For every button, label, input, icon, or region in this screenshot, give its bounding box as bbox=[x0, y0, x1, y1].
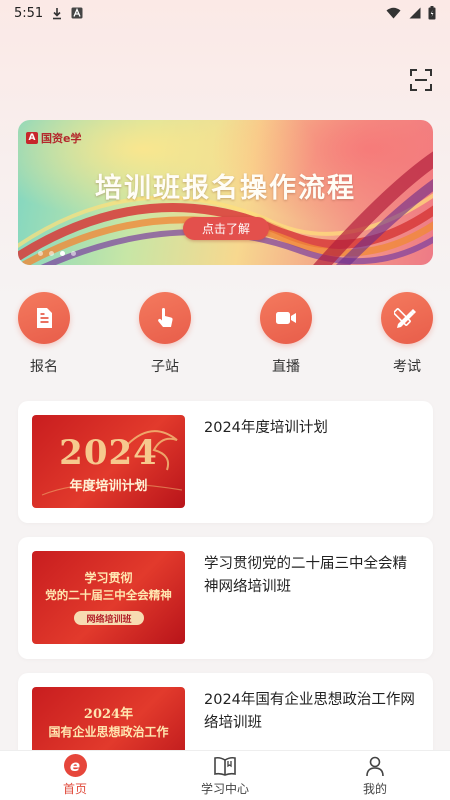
thumb-line: 学习贯彻 bbox=[84, 571, 133, 585]
logo-mark-icon: A bbox=[26, 132, 38, 144]
banner-dot[interactable] bbox=[38, 251, 43, 256]
course-card[interactable]: 2024 年度培训计划 2024年度培训计划 bbox=[18, 401, 433, 523]
quick-action-label: 直播 bbox=[272, 359, 300, 375]
thumb-line: 党的二十届三中全会精神 bbox=[45, 588, 172, 602]
banner-logo-text: 国资e学 bbox=[41, 132, 82, 145]
banner-dot[interactable] bbox=[49, 251, 54, 256]
bottom-tab-bar: e 首页 学习中心 我的 bbox=[0, 750, 450, 800]
course-title: 2024年度培训计划 bbox=[204, 420, 328, 436]
tab-label: 学习中心 bbox=[200, 781, 249, 796]
quick-action-substation[interactable]: 子站 bbox=[130, 292, 200, 376]
course-title: 学习贯彻党的二十届三中全会精神网络培训班 bbox=[204, 556, 407, 595]
thumb-year: 2024 bbox=[59, 433, 158, 473]
course-title: 2024年国有企业思想政治工作网络培训班 bbox=[204, 692, 415, 731]
quick-action-register[interactable]: 报名 bbox=[9, 292, 79, 376]
tab-profile[interactable]: 我的 bbox=[300, 751, 450, 800]
tab-study-center[interactable]: 学习中心 bbox=[150, 751, 300, 800]
book-icon bbox=[214, 756, 236, 776]
course-thumbnail: 2024 年度培训计划 bbox=[32, 415, 185, 508]
tab-label: 首页 bbox=[62, 782, 87, 796]
banner-pagination bbox=[38, 251, 76, 256]
thumb-line: 2024年 bbox=[83, 707, 134, 722]
form-icon bbox=[37, 308, 52, 328]
thumb-line: 国有企业思想政治工作 bbox=[48, 725, 169, 739]
course-thumbnail: 学习贯彻 党的二十届三中全会精神 网络培训班 bbox=[32, 551, 185, 644]
quick-action-exam[interactable]: 考试 bbox=[372, 292, 442, 376]
tab-home[interactable]: e 首页 bbox=[0, 751, 150, 800]
thumb-subtitle: 年度培训计划 bbox=[69, 479, 148, 494]
banner-logo: A 国资e学 bbox=[26, 130, 81, 146]
download-icon bbox=[53, 7, 62, 19]
signal-icon bbox=[409, 7, 421, 19]
promo-banner[interactable]: A 国资e学 培训班报名操作流程 点击了解 bbox=[18, 120, 433, 265]
a-notification-icon bbox=[71, 7, 83, 19]
quick-action-label: 子站 bbox=[151, 359, 179, 375]
status-bar: 5:51 bbox=[0, 0, 450, 26]
quick-actions: 报名 子站 直播 考试 bbox=[0, 292, 450, 380]
video-camera-icon bbox=[276, 312, 296, 324]
scan-button[interactable] bbox=[407, 66, 435, 94]
status-time: 5:51 bbox=[14, 5, 44, 21]
tap-icon bbox=[158, 308, 173, 327]
tab-label: 我的 bbox=[362, 781, 387, 796]
home-e-icon: e bbox=[63, 754, 87, 777]
quick-action-live[interactable]: 直播 bbox=[251, 292, 321, 376]
banner-dot[interactable] bbox=[71, 251, 76, 256]
banner-title: 培训班报名操作流程 bbox=[95, 173, 356, 204]
thumb-tag: 网络培训班 bbox=[74, 611, 144, 625]
banner-dot-active[interactable] bbox=[60, 251, 65, 256]
course-card[interactable]: 学习贯彻 党的二十届三中全会精神 网络培训班 学习贯彻党的二十届三中全会精神网络… bbox=[18, 537, 433, 659]
person-icon bbox=[366, 756, 384, 776]
pencil-ruler-icon bbox=[394, 308, 416, 328]
quick-action-label: 考试 bbox=[393, 359, 421, 375]
scan-icon bbox=[410, 69, 432, 91]
wifi-icon bbox=[386, 7, 401, 19]
banner-learn-more-button[interactable]: 点击了解 bbox=[183, 217, 269, 240]
battery-icon bbox=[428, 6, 436, 20]
quick-action-label: 报名 bbox=[30, 359, 58, 375]
